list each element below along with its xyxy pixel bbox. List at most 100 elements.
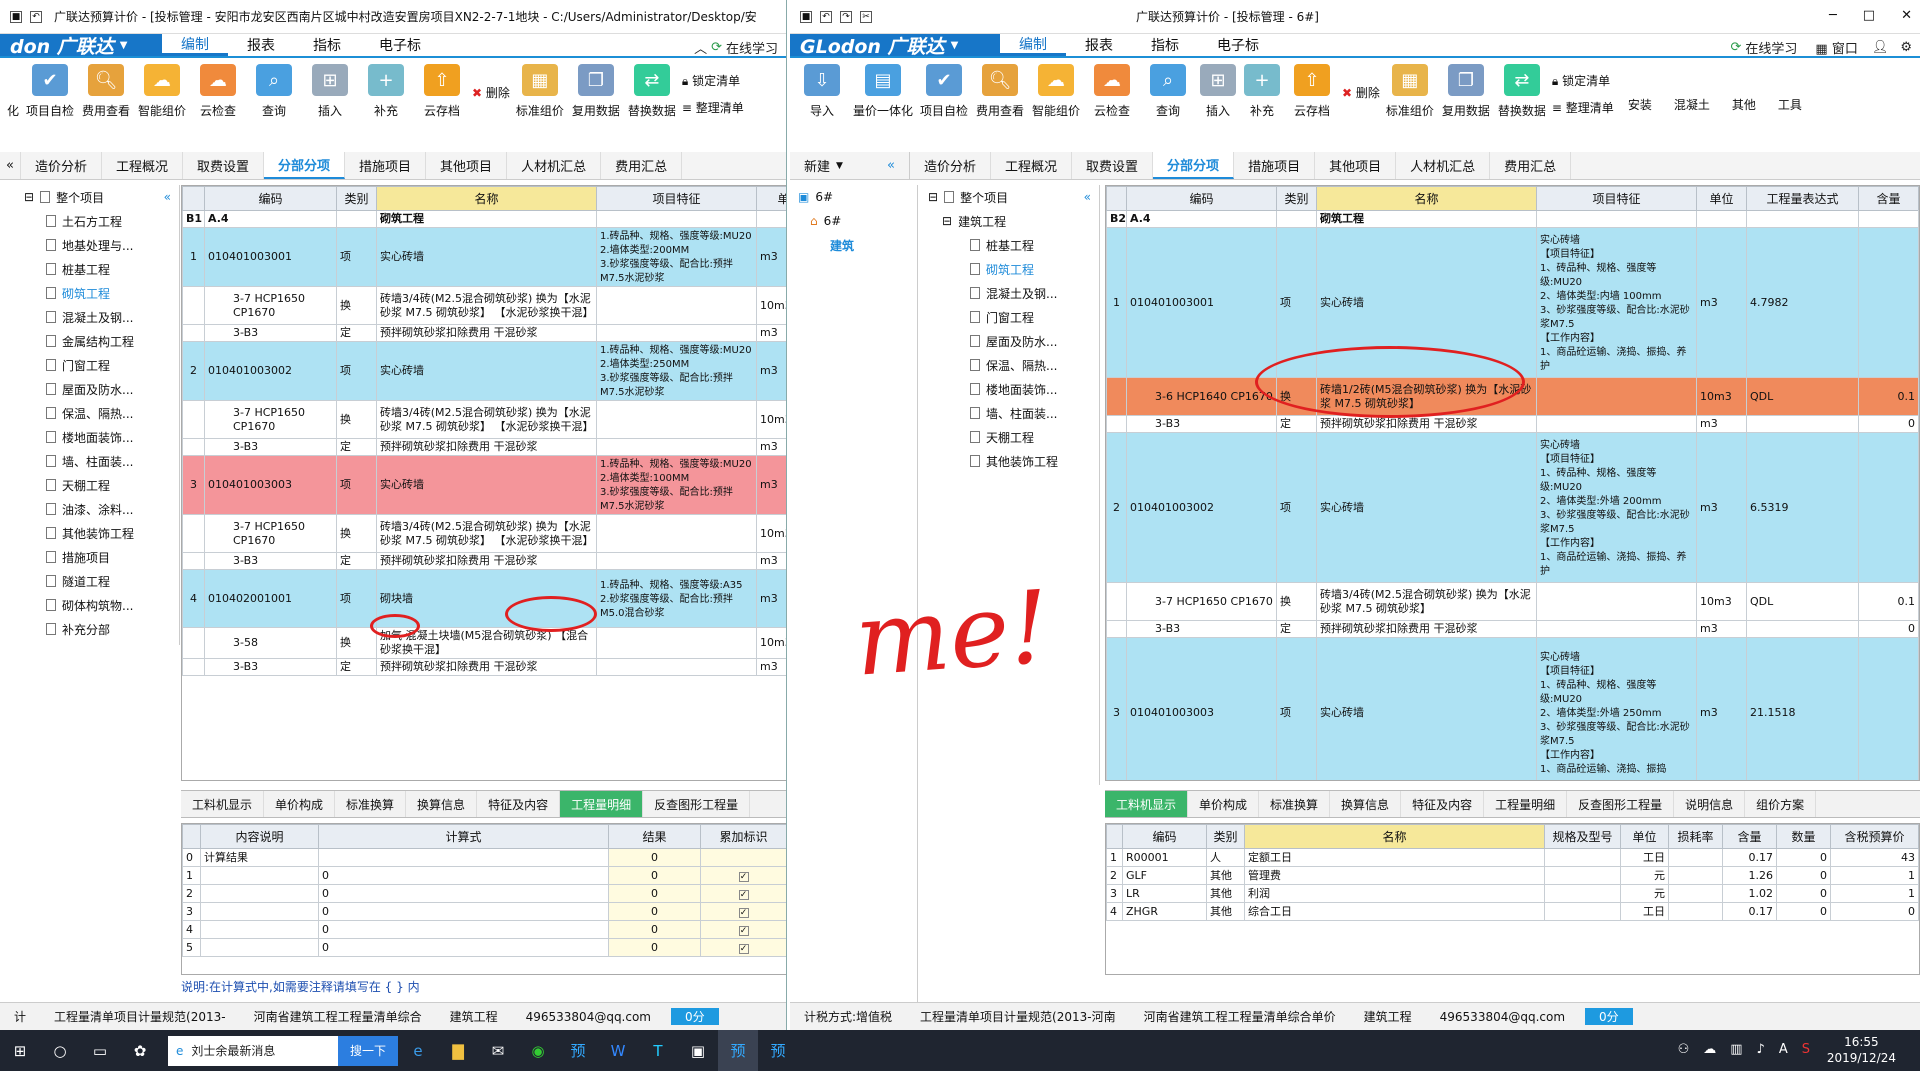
tree-item[interactable]: 油漆、涂料... [0,497,179,521]
tree-item[interactable]: 砌筑工程 [920,257,1099,281]
table-row[interactable]: 3-7 HCP1650 CP1670 换 砖墙3/4砖(M2.5混合砌筑砂浆) 换为… [1106,582,1919,621]
column-header[interactable]: 含量 [1722,824,1777,849]
tab-fee-summary[interactable]: 费用汇总 [1490,152,1572,179]
tidy-list-button[interactable]: ≡ 整理清单 [682,99,744,116]
bottom-tab[interactable]: 换算信息 [406,791,478,817]
column-header[interactable]: 单位 [1696,186,1747,211]
tree-item[interactable]: 保温、隔热... [0,401,179,425]
new-button[interactable]: 新建 ▼ « [790,152,910,179]
word-icon[interactable]: W [598,1030,638,1071]
wechat-icon[interactable]: ◉ [518,1030,558,1071]
tree-item[interactable]: 门窗工程 [0,353,179,377]
install-menu[interactable]: 安装 [1628,96,1652,113]
cell-name[interactable]: 实心砖墙 [376,455,597,515]
table-row[interactable]: 1 010401003001 项 实心砖墙 1.砖品种、规格、强度等级:MU20 2.墙… [182,227,786,287]
tab-labor-material[interactable]: 人材机汇总 [507,152,602,179]
nav-item-unit[interactable]: ⌂ 6# [790,209,917,233]
bottom-tab[interactable]: 工程量明细 [1484,791,1568,817]
column-header[interactable]: 内容说明 [200,824,319,849]
people-icon[interactable]: ⚇ [1678,1042,1690,1057]
bottom-tab[interactable]: 换算信息 [1330,791,1402,817]
column-header[interactable] [182,186,205,211]
table-row[interactable]: 3-B3 定 预拌砌筑砂浆扣除费用 干混砂浆 m3 0 [1106,415,1919,433]
column-header[interactable]: 名称 [1316,186,1537,211]
tree-item[interactable]: 屋面及防水... [0,377,179,401]
ime-label[interactable]: A [1779,1042,1788,1057]
menu-report[interactable]: 报表 [1066,34,1132,56]
cloud-check-button[interactable]: ☁ 云检查 [192,64,244,119]
mail-icon[interactable]: ✉ [478,1030,518,1071]
column-header[interactable]: 规格及型号 [1544,824,1621,849]
bottom-tab[interactable]: 反查图形工程量 [643,791,751,817]
table-row[interactable]: 0 计算结果 0 [182,848,786,867]
folder-icon[interactable]: ▇ [438,1030,478,1071]
column-header[interactable] [182,824,201,849]
collapse-left-icon[interactable]: « [887,158,895,173]
tree-item[interactable]: 混凝土及钢... [0,305,179,329]
delete-button[interactable]: ✖ 删除 [472,84,510,101]
collapse-left-icon[interactable]: « [164,190,171,204]
column-header[interactable]: 单位 [756,186,786,211]
settings-icon[interactable]: ⚙ [1900,40,1912,55]
supplement-button[interactable]: + 补充 [360,64,412,119]
close-icon[interactable]: ✕ [1901,8,1912,23]
tree-item[interactable]: 桩基工程 [0,257,179,281]
tab-fee-settings[interactable]: 取费设置 [1072,152,1154,179]
table-row[interactable]: 3-B3 定 预拌砌筑砂浆扣除费用 干混砂浆 m3 [182,552,786,570]
bottom-tab[interactable]: 单价构成 [264,791,336,817]
menu-report[interactable]: 报表 [228,34,294,56]
table-row[interactable]: 3-7 HCP1650 CP1670 换 砖墙3/4砖(M2.5混合砌筑砂浆) 换为… [182,286,786,325]
insert-button[interactable]: ⊞ 插入 [304,64,356,119]
column-header[interactable]: 引 [787,825,788,849]
undo-icon[interactable]: ↶ [30,10,42,23]
tree-item[interactable]: 混凝土及钢... [920,281,1099,305]
table-row[interactable]: 3-7 HCP1650 CP1670 换 砖墙3/4砖(M2.5混合砌筑砂浆) 换为… [182,514,786,553]
cut-icon[interactable]: ✂ [860,10,872,23]
redo-icon[interactable]: ↷ [840,10,852,23]
clock[interactable]: 16:55 2019/12/24 [1827,1034,1896,1066]
nav-item-building[interactable]: 建筑 [790,233,917,257]
group-row[interactable]: B1 A.4 砌筑工程 [182,210,786,228]
table-row[interactable]: 3-B3 定 预拌砌筑砂浆扣除费用 干混砂浆 m3 0 [1106,620,1919,638]
import-button[interactable]: ⇩ 导入 [796,64,848,119]
group-row[interactable]: B2 A.4 砌筑工程 [1106,210,1919,228]
tree-item[interactable]: 保温、隔热... [920,353,1099,377]
collapse-left-icon[interactable]: « [1084,190,1091,204]
tab-cost-analysis[interactable]: 造价分析 [910,152,992,179]
network-icon[interactable]: ▥ [1730,1042,1742,1057]
tree-item[interactable]: 天棚工程 [0,473,179,497]
tab-overview[interactable]: 工程概况 [991,152,1073,179]
tab-cost-analysis[interactable]: 造价分析 [21,152,102,179]
cell-name[interactable]: 实心砖墙 [376,341,597,401]
table-row[interactable]: 3 0 0 ✓ [182,902,786,921]
table-row[interactable]: 3 010401003003 项 实心砖墙 实心砖墙 【项目特征】 1、砖品种、规格、强… [1106,637,1919,780]
column-header[interactable]: 类别 [336,186,377,211]
table-row[interactable]: 5 0 0 ✓ [182,938,786,957]
column-header[interactable]: 含量 [1858,186,1919,211]
cell-name[interactable]: 预拌砌筑砂浆扣除费用 干混砂浆 [376,552,597,570]
collapse-icon[interactable]: « [0,152,21,179]
tree-root[interactable]: ⊟ 整个项目 « [920,185,1099,209]
lock-list-button[interactable]: 🔒︎ 锁定清单 [1552,72,1614,89]
table-row[interactable]: 3 010401003003 项 实心砖墙 1.砖品种、规格、强度等级:MU20 2.墙… [182,455,786,515]
table-row[interactable]: 3-B3 定 预拌砌筑砂浆扣除费用 干混砂浆 m3 [182,324,786,342]
tab-other[interactable]: 其他项目 [426,152,508,179]
bottom-tab[interactable]: 反查图形工程量 [1567,791,1675,817]
cell-name[interactable]: 实心砖墙 [1316,637,1537,780]
bottom-tab[interactable]: 标准换算 [335,791,407,817]
bottom-tab[interactable]: 说明信息 [1674,791,1746,817]
tree-item[interactable]: 补充分部 [0,617,179,641]
column-header[interactable]: 项目特征 [596,186,757,211]
table-row[interactable]: 1 0 0 ✓ [182,866,786,885]
tree-item[interactable]: 砌体构筑物... [0,593,179,617]
ime-icon[interactable]: S [1802,1042,1810,1057]
bottom-tab[interactable]: 特征及内容 [477,791,561,817]
tab-measures[interactable]: 措施项目 [345,152,427,179]
volume-icon[interactable]: ♪ [1757,1042,1765,1057]
delete-button[interactable]: ✖ 删除 [1342,84,1380,101]
tab-measures[interactable]: 措施项目 [1234,152,1316,179]
smart-pricing-button[interactable]: ☁ 智能组价 [136,64,188,119]
column-header[interactable]: 项目特征 [1536,186,1697,211]
cell-name[interactable]: 实心砖墙 [376,227,597,287]
menu-ebid[interactable]: 电子标 [1198,34,1278,56]
